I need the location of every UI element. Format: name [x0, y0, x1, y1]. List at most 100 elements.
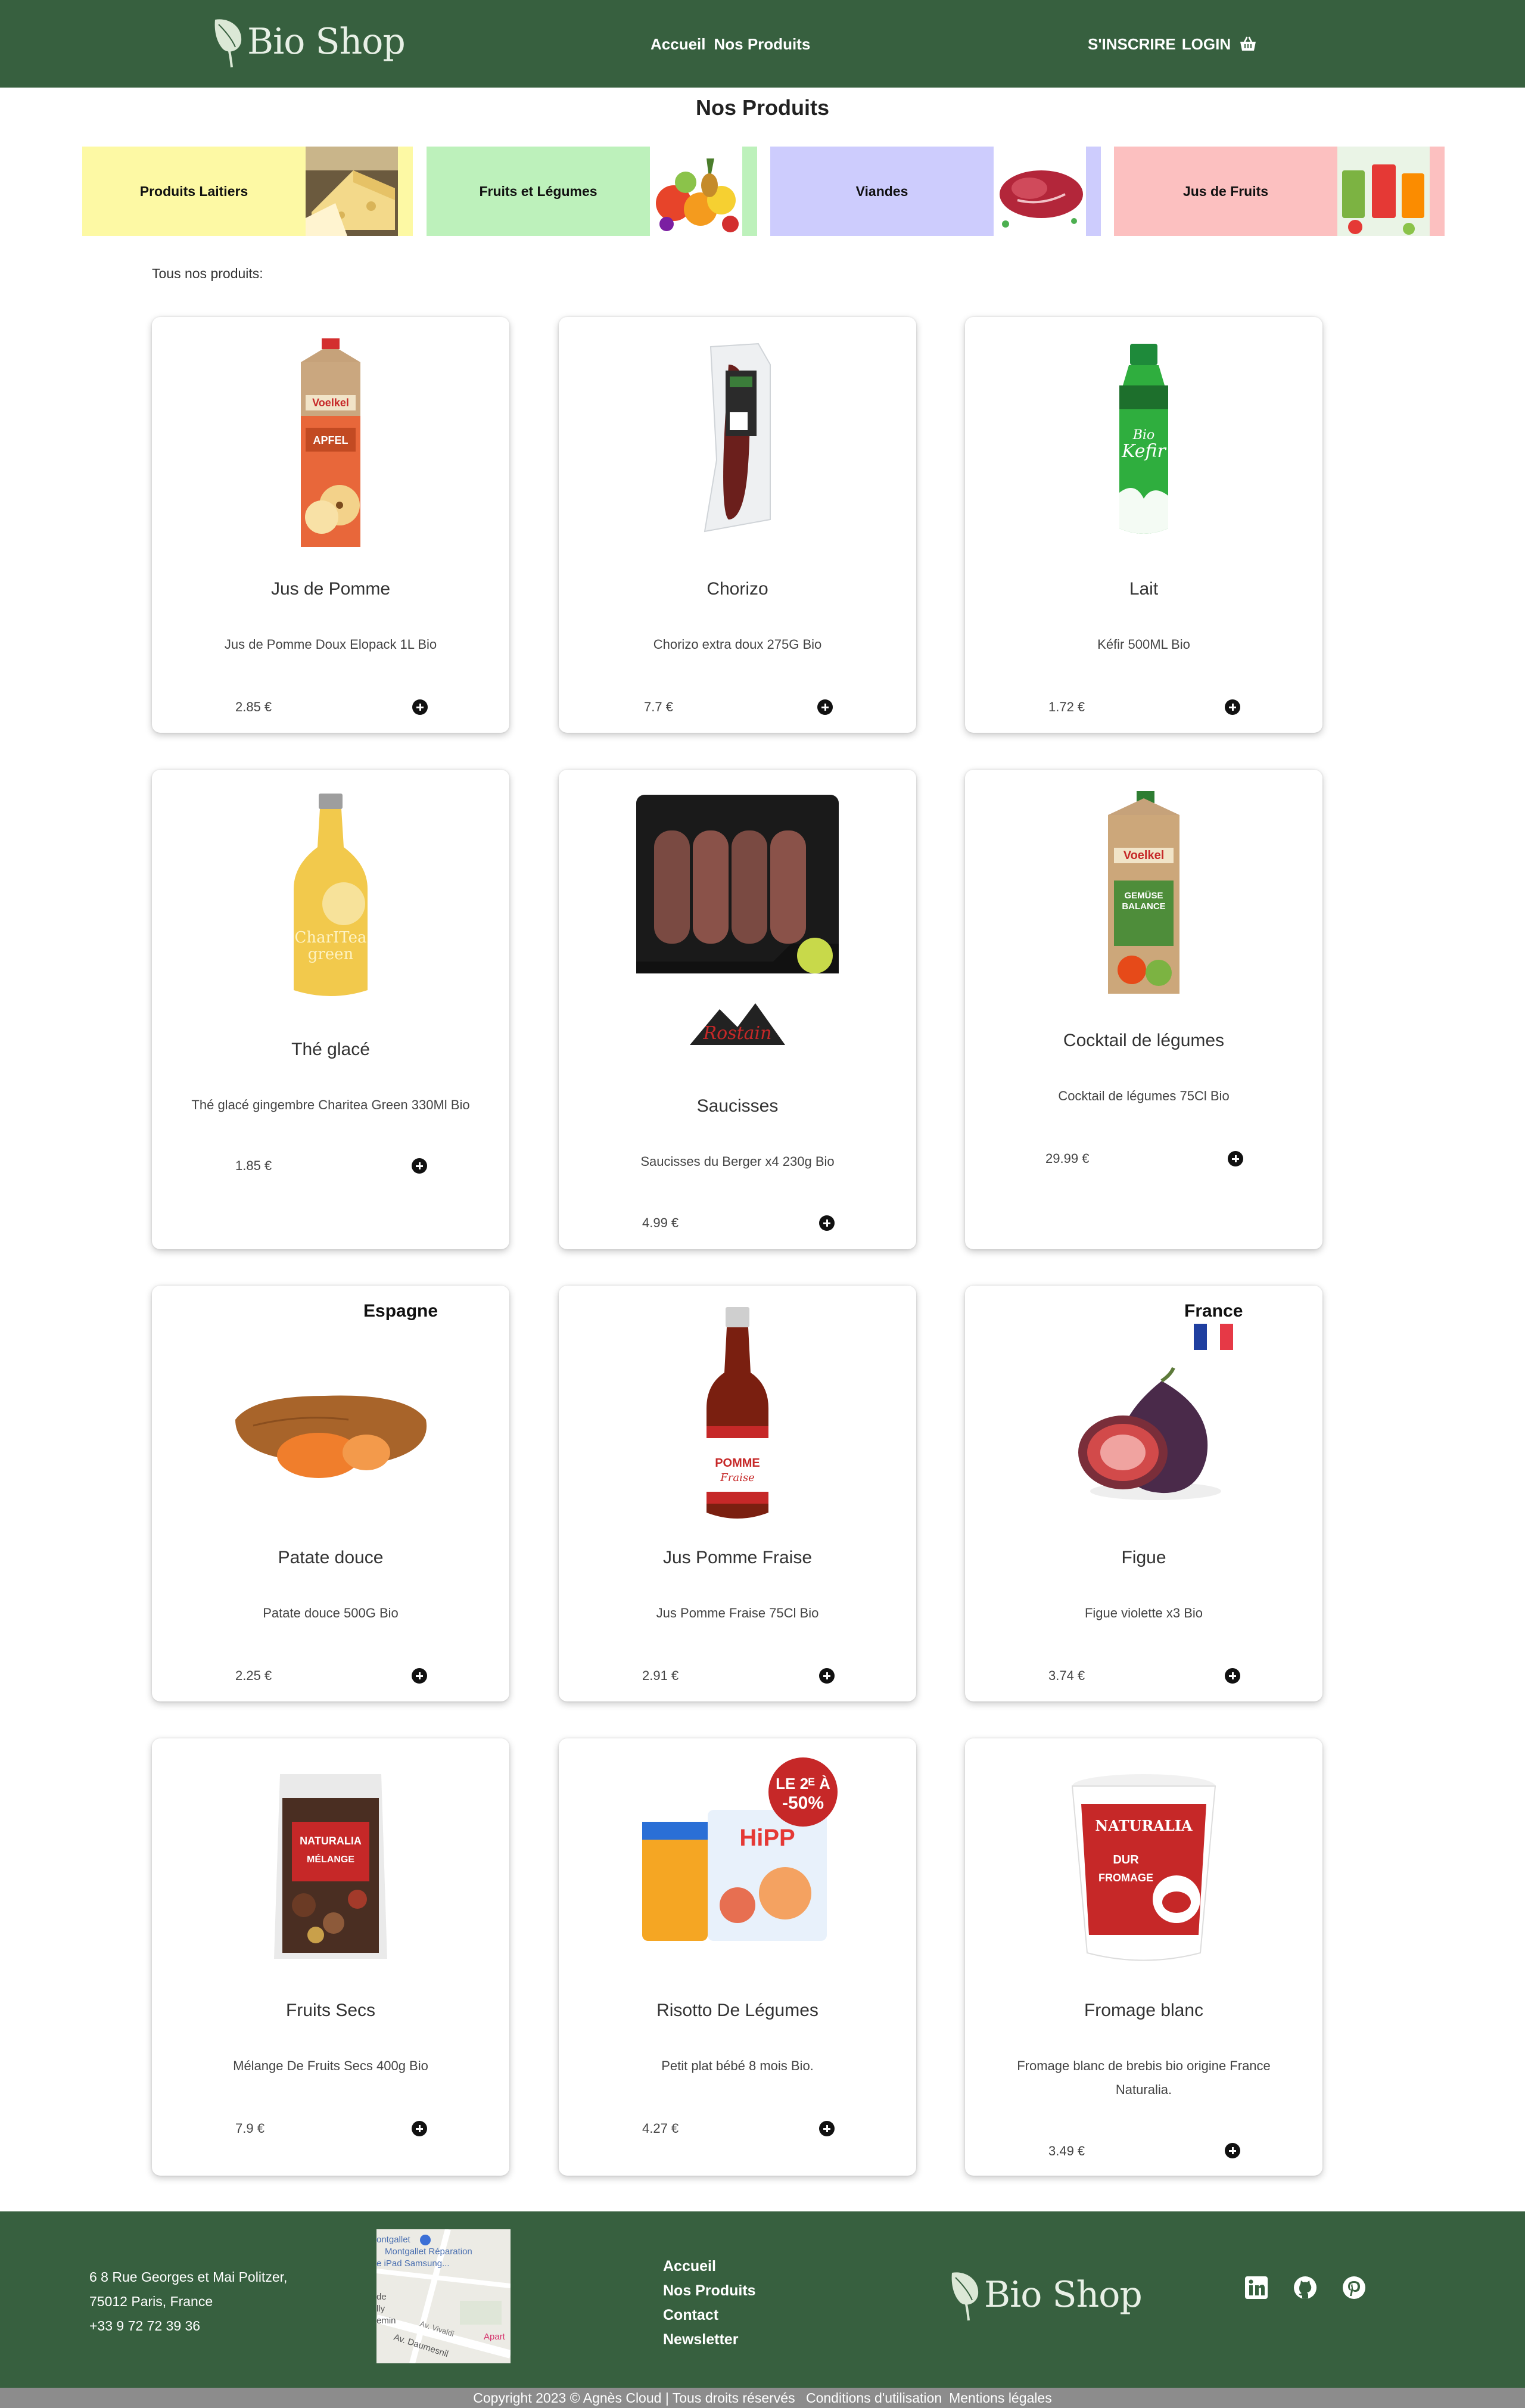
product-name: Fruits Secs [285, 2001, 376, 2020]
product-card[interactable]: POMME Fraise Jus Pomme Fraise Jus Pomme … [559, 1286, 916, 1701]
footer-link-nos-produits[interactable]: Nos Produits [663, 2282, 756, 2300]
login-link[interactable]: LOGIN [1182, 35, 1231, 54]
nav-nos-produits[interactable]: Nos Produits [714, 35, 811, 54]
product-card[interactable]: Espagne Patate douce Patate douce 500G B… [152, 1286, 509, 1701]
category-jus-de-fruits[interactable]: Jus de Fruits [1114, 147, 1445, 236]
add-to-cart-button[interactable] [1225, 2143, 1240, 2158]
map-label: lly [376, 2304, 385, 2314]
product-description: Petit plat bébé 8 mois Bio. [661, 2058, 814, 2073]
svg-text:GEMÜSE: GEMÜSE [1124, 891, 1163, 901]
product-price: 29.99 € [1045, 1151, 1090, 1166]
location-map[interactable]: ontgallet Montgallet Réparation e iPad S… [376, 2229, 511, 2363]
legal-link[interactable]: Mentions légales [949, 2390, 1052, 2406]
map-label: Apart [484, 2332, 506, 2342]
svg-text:NATURALIA: NATURALIA [300, 1835, 362, 1847]
nav-accueil[interactable]: Accueil [651, 35, 706, 54]
footer-link-accueil[interactable]: Accueil [663, 2258, 756, 2275]
svg-text:Fraise: Fraise [720, 1471, 754, 1484]
product-card[interactable]: France Figue Figue violette x3 Bio 3.74 … [965, 1286, 1322, 1701]
product-image: Voelkel GEMÜSE BALANCE [965, 791, 1322, 1000]
svg-text:Voelkel: Voelkel [1123, 849, 1165, 862]
juices-image-icon [1337, 147, 1430, 236]
category-label: Viandes [770, 147, 994, 236]
product-card[interactable]: Voelkel APFEL Jus de Pomme Jus de Pomme … [152, 317, 509, 733]
svg-text:FROMAGE: FROMAGE [1098, 1872, 1153, 1884]
footer-brand-logo[interactable]: Bio Shop [948, 2268, 1143, 2322]
product-card[interactable]: Chorizo Chorizo extra doux 275G Bio 7.7 … [559, 317, 916, 733]
svg-text:LE 2ᴱ À: LE 2ᴱ À [776, 1775, 830, 1793]
map-label: e iPad Samsung... [376, 2258, 450, 2269]
cheese-image-icon [306, 147, 398, 236]
add-to-cart-button[interactable] [819, 2121, 835, 2136]
category-edge [398, 147, 413, 236]
footer-link-newsletter[interactable]: Newsletter [663, 2331, 756, 2348]
product-name: Patate douce [278, 1548, 384, 1567]
product-name: Risotto De Légumes [656, 2001, 818, 2020]
phone-number[interactable]: +33 9 72 72 39 36 [89, 2314, 287, 2338]
sweet-potato-icon [235, 1395, 427, 1478]
vegetable-juice-carton-icon: Voelkel GEMÜSE BALANCE [1108, 791, 1179, 994]
fruits-vegetables-image-icon [650, 147, 742, 236]
product-card[interactable]: Bio Kefir Lait Kéfir 500ML Bio 1.72 € [965, 317, 1322, 733]
add-to-cart-button[interactable] [819, 1215, 835, 1231]
map-label: de [376, 2292, 387, 2302]
leaf-icon [214, 19, 242, 68]
terms-link[interactable]: Conditions d'utilisation [806, 2390, 942, 2406]
origin-label: France [1184, 1301, 1243, 1321]
basket-icon[interactable] [1239, 35, 1257, 53]
add-to-cart-button[interactable] [819, 1668, 835, 1684]
brand-logo[interactable]: Bio Shop [211, 15, 406, 69]
pinterest-icon[interactable] [1342, 2275, 1367, 2300]
add-to-cart-button[interactable] [1225, 1668, 1240, 1684]
add-to-cart-button[interactable] [817, 699, 833, 715]
product-image: Bio Kefir [965, 344, 1322, 540]
category-fruits-legumes[interactable]: Fruits et Légumes [427, 147, 757, 236]
github-icon[interactable] [1293, 2275, 1318, 2300]
pack-title: SAUCISSES DU BERGER [643, 972, 788, 985]
product-price: 4.27 € [642, 2121, 679, 2136]
product-image: HiPP LE 2ᴱ À -50% [559, 1756, 916, 1959]
footer-link-contact[interactable]: Contact [663, 2307, 756, 2324]
product-name: Figue [1121, 1548, 1166, 1567]
product-image [559, 341, 916, 537]
product-card[interactable]: NATURALIA DUR FROMAGE Fromage blanc From… [965, 1738, 1322, 2176]
svg-text:NATURALIA: NATURALIA [1095, 1817, 1193, 1834]
category-edge [742, 147, 757, 236]
product-card[interactable]: HiPP LE 2ᴱ À -50% Risotto De Légumes Pet… [559, 1738, 916, 2176]
product-image: NATURALIA MÉLANGE [152, 1768, 509, 1965]
fromage-blanc-pot-icon: NATURALIA DUR FROMAGE [1071, 1774, 1216, 1961]
product-card[interactable]: SAUCISSES DU BERGER Rostain Saucisses Sa… [559, 770, 916, 1249]
map-label: Montgallet Réparation [385, 2247, 472, 2257]
svg-text:Voelkel: Voelkel [312, 397, 349, 409]
product-description: Jus de Pomme Doux Elopack 1L Bio [224, 637, 437, 652]
product-card[interactable]: Voelkel GEMÜSE BALANCE Cocktail de légum… [965, 770, 1322, 1249]
svg-text:Rostain: Rostain [703, 1023, 772, 1044]
category-edge [1086, 147, 1101, 236]
category-viandes[interactable]: Viandes [770, 147, 1101, 236]
brand-name: Bio Shop [984, 2274, 1143, 2316]
add-to-cart-button[interactable] [1228, 1151, 1243, 1166]
map-label: emin [376, 2316, 396, 2326]
add-to-cart-button[interactable] [412, 699, 428, 715]
product-image: SAUCISSES DU BERGER Rostain [559, 795, 916, 1063]
register-link[interactable]: S'INSCRIRE [1088, 35, 1176, 54]
product-card[interactable]: CharITea green Thé glacé Thé glacé ginge… [152, 770, 509, 1249]
all-products-label: Tous nos produits: [152, 266, 263, 281]
linkedin-icon[interactable] [1244, 2275, 1269, 2300]
category-produits-laitiers[interactable]: Produits Laitiers [82, 147, 413, 236]
add-to-cart-button[interactable] [412, 1158, 427, 1174]
product-card[interactable]: NATURALIA MÉLANGE Fruits Secs Mélange De… [152, 1738, 509, 2176]
product-price: 7.7 € [644, 699, 673, 714]
product-description: Mélange De Fruits Secs 400g Bio [233, 2058, 428, 2073]
product-name: Jus de Pomme [270, 579, 391, 599]
add-to-cart-button[interactable] [412, 2121, 427, 2136]
product-description: Jus Pomme Fraise 75Cl Bio [656, 1606, 819, 1620]
product-description: Kéfir 500ML Bio [1097, 637, 1190, 652]
product-image: CharITea green [152, 794, 509, 1008]
product-name: Fromage blanc [1084, 2001, 1204, 2020]
leaf-icon [951, 2272, 979, 2321]
product-price: 2.91 € [642, 1668, 679, 1683]
product-name: Saucisses [696, 1096, 779, 1116]
add-to-cart-button[interactable] [412, 1668, 427, 1684]
add-to-cart-button[interactable] [1225, 699, 1240, 715]
